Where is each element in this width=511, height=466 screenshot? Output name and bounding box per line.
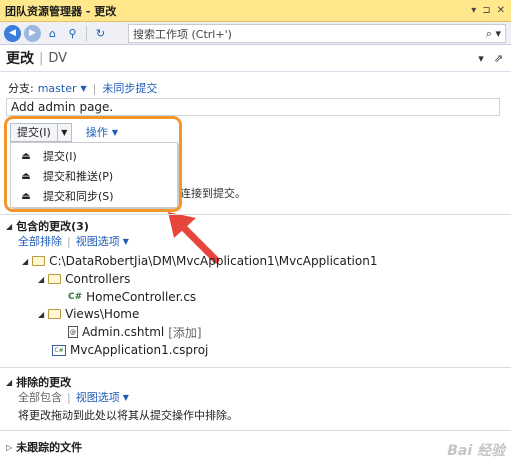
untracked-files-title: 未跟踪的文件 [16, 441, 83, 454]
home-icon[interactable]: ⌂ [44, 25, 61, 42]
included-changes-title: 包含的更改(3) [16, 220, 89, 233]
toolbar-separator [86, 25, 87, 41]
hidden-info-text: 连接到提交。 [180, 187, 246, 200]
view-options-dropdown-icon[interactable]: ▼ [123, 237, 129, 246]
folder-icon [48, 274, 62, 284]
dropdown-icon[interactable]: ▾ [478, 52, 484, 65]
title-separator: | [39, 50, 44, 66]
added-tag: [添加] [168, 325, 202, 340]
expand-triangle-icon[interactable]: ▷ [6, 443, 12, 452]
included-links: 全部排除 | 视图选项 ▼ [18, 233, 129, 249]
tree-label: C:\DataRobertJia\DM\MvcApplication1\MvcA… [49, 254, 378, 268]
cshtml-file-icon: @ [68, 326, 78, 338]
collapse-triangle-icon[interactable]: ◢ [6, 222, 12, 231]
divider [0, 367, 511, 368]
tree-label: HomeController.cs [86, 290, 197, 304]
folder-icon [32, 256, 46, 266]
links-separator: | [67, 234, 71, 248]
branch-separator: | [92, 81, 97, 95]
connect-icon[interactable]: ⚲ [64, 25, 81, 42]
page-subtitle: DV [48, 50, 68, 66]
excluded-links: 全部包含 | 视图选项 ▼ [18, 389, 129, 405]
page-title: 更改 [6, 51, 34, 67]
collapse-triangle-icon[interactable]: ◢ [6, 378, 12, 387]
csproj-file-icon: C# [52, 344, 66, 356]
refresh-icon[interactable]: ↻ [92, 25, 109, 42]
expand-triangle-icon[interactable]: ◢ [38, 275, 44, 284]
search-icon[interactable]: ⌕ ▾ [486, 27, 501, 41]
view-options-link[interactable]: 视图选项 [76, 233, 120, 249]
commit-message-text: Add admin page. [11, 100, 114, 114]
tree-label: Controllers [65, 272, 131, 286]
window-title: 团队资源管理器 - 更改 [5, 4, 117, 18]
watermark-logo: Bai 经验 [447, 443, 505, 459]
tree-label: MvcApplication1.csproj [70, 343, 209, 357]
unsynced-commits-link[interactable]: 未同步提交 [102, 80, 157, 96]
tree-row[interactable]: @ Admin.cshtml [添加] [68, 324, 202, 340]
view-options-link[interactable]: 视图选项 [76, 389, 120, 405]
tree-row[interactable]: ◢ Controllers [38, 271, 130, 287]
exclude-all-link[interactable]: 全部排除 [18, 233, 62, 249]
view-options-dropdown-icon[interactable]: ▼ [123, 393, 129, 402]
untracked-files-header[interactable]: ▷ 未跟踪的文件 [6, 439, 82, 455]
tree-row[interactable]: C# HomeController.cs [68, 289, 196, 305]
include-all-link[interactable]: 全部包含 [18, 389, 62, 405]
expand-triangle-icon[interactable]: ◢ [22, 257, 28, 266]
commit-message-input[interactable]: Add admin page. [6, 98, 500, 116]
divider [0, 214, 511, 215]
tree-label: Admin.cshtml [82, 325, 165, 339]
tree-label: Views\Home [65, 307, 140, 321]
undock-icon[interactable]: ⇗ [494, 52, 503, 65]
excluded-changes-header[interactable]: ◢ 排除的更改 [6, 374, 71, 390]
annotation-highlight-box [4, 116, 182, 212]
folder-icon [48, 309, 62, 319]
page-header: 更改 | DV ▾ ⇗ [0, 45, 511, 72]
branch-selector[interactable]: master [38, 82, 77, 95]
tree-row[interactable]: ◢ C:\DataRobertJia\DM\MvcApplication1\Mv… [22, 253, 377, 269]
divider [0, 430, 511, 431]
search-placeholder: 搜索工作项 (Ctrl+') [133, 27, 232, 41]
excluded-changes-title: 排除的更改 [16, 376, 72, 389]
toolbar: ◀ ▶ ⌂ ⚲ ↻ 搜索工作项 (Ctrl+') ⌕ ▾ [0, 22, 511, 45]
back-icon[interactable]: ◀ [4, 24, 21, 42]
branch-line: 分支: master ▼ | 未同步提交 [8, 80, 157, 96]
tree-row[interactable]: C# MvcApplication1.csproj [52, 342, 208, 358]
csharp-file-icon: C# [68, 292, 83, 302]
auto-hide-icon[interactable]: ⊐ [482, 5, 490, 16]
pin-icon[interactable]: ▾ [471, 5, 476, 16]
search-input[interactable]: 搜索工作项 (Ctrl+') ⌕ ▾ [128, 24, 506, 43]
close-icon[interactable]: ✕ [497, 5, 505, 16]
branch-dropdown-icon[interactable]: ▼ [81, 84, 87, 93]
expand-triangle-icon[interactable]: ◢ [38, 310, 44, 319]
branch-label: 分支: [8, 82, 34, 95]
links-separator: | [67, 390, 71, 404]
title-bar: 团队资源管理器 - 更改 ▾ ⊐ ✕ [0, 0, 511, 22]
excluded-description: 将更改拖动到此处以将其从提交操作中排除。 [18, 409, 238, 422]
included-changes-header[interactable]: ◢ 包含的更改(3) [6, 218, 89, 234]
forward-icon[interactable]: ▶ [24, 24, 41, 42]
tree-row[interactable]: ◢ Views\Home [38, 306, 139, 322]
